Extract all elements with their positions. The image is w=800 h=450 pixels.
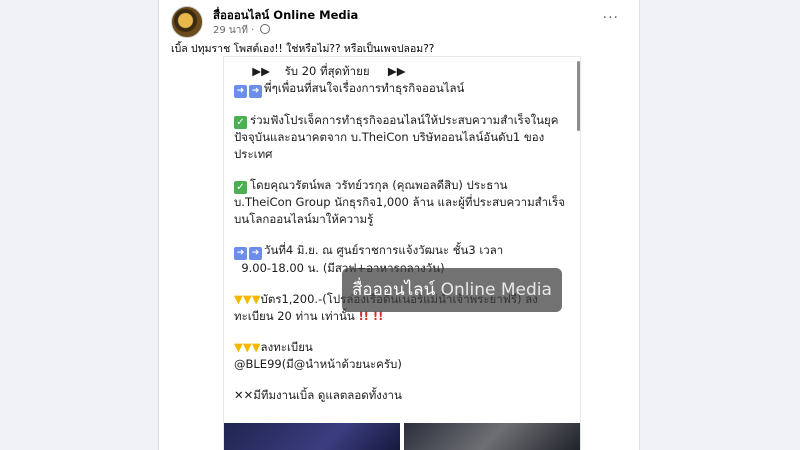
watermark-english: Online Media — [440, 280, 552, 300]
globe-icon — [259, 24, 270, 34]
image-line-13: ลงทะเบียน — [260, 340, 313, 354]
pointing-down-icon: ▼▼▼ — [234, 292, 261, 306]
watermark: สื่อออนไลน์ Online Media — [342, 268, 562, 312]
image-line-9: วันที่4 มิ.ย. ณ ศูนย์ราชการแจ้งวัฒนะ ชั้… — [264, 243, 504, 257]
megaphone-icon: ▶▶ — [252, 64, 270, 78]
post-caption: เบิ้ล ปทุมราช โพสต์เอง!! ใช่หรือไม่?? หร… — [171, 43, 435, 55]
image-text: ▶▶ รับ 20 ที่สุดท้ายย ▶▶ ➜ ➜ พี่ๆเพื่อนที่… — [234, 63, 568, 404]
image-line-14: @BLE99(มี@นำหน้าด้วยนะครับ) — [234, 357, 402, 371]
image-line-1: รับ 20 ที่สุดท้ายย — [284, 64, 370, 78]
arrow-icon: ➜ — [249, 85, 262, 98]
post-meta: 29 นาที · — [213, 23, 270, 38]
watermark-thai: สื่อออนไลน์ — [352, 280, 436, 300]
more-options-button[interactable]: ··· — [603, 10, 619, 26]
image-line-6: โดยคุณวรัตน์พล วรัทย์วรกุล (คุณพอลดีสิบ)… — [250, 178, 508, 192]
image-scrollbar[interactable] — [577, 61, 580, 131]
arrow-icon: ➜ — [249, 247, 262, 260]
megaphone-icon-2: ▶▶ — [387, 64, 406, 78]
arrow-icon: ➜ — [234, 85, 247, 98]
image-line-4: ปัจจุบันและอนาคตจาก บ.TheiCon บริษัทออนไ… — [234, 130, 545, 144]
post-image[interactable]: ▶▶ รับ 20 ที่สุดท้ายย ▶▶ ➜ ➜ พี่ๆเพื่อนที่… — [223, 56, 581, 450]
image-line-5: ประเทศ — [234, 147, 273, 161]
image-line-3: ร่วมฟังโปรเจ็คการทำธุรกิจออนไลน์ให้ประสบ… — [250, 113, 559, 127]
image-line-8: บนโลกออนไลน์มาให้ความรู้ — [234, 212, 374, 226]
image-line-12: ทะเบียน 20 ท่าน เท่านั้น — [234, 309, 355, 323]
post-time[interactable]: 29 นาที — [213, 25, 248, 36]
pointing-down-icon: ▼▼▼ — [234, 340, 261, 354]
event-photo-left — [224, 423, 400, 450]
image-line-2: พี่ๆเพื่อนที่สนใจเรื่องการทำธุรกิจออนไลน… — [264, 81, 465, 95]
arrow-icon: ➜ — [234, 247, 247, 260]
post-card: สื่อออนไลน์ Online Media 29 นาที · ··· เ… — [158, 0, 640, 450]
tools-icon: ✕✕ — [234, 388, 254, 402]
image-line-15: มีทีมงานเบิ้ล ดูแลตลอดทั้งงาน — [253, 388, 402, 402]
post-header: สื่อออนไลน์ Online Media 29 นาที · ··· — [171, 6, 627, 38]
event-photo-right — [404, 423, 580, 450]
check-icon: ✓ — [234, 181, 247, 194]
meta-separator: · — [251, 25, 255, 36]
avatar[interactable] — [171, 6, 203, 38]
check-icon: ✓ — [234, 116, 247, 129]
image-line-7: บ.TheiCon Group นักธุรกิจ1,000 ล้าน และผ… — [234, 195, 565, 209]
